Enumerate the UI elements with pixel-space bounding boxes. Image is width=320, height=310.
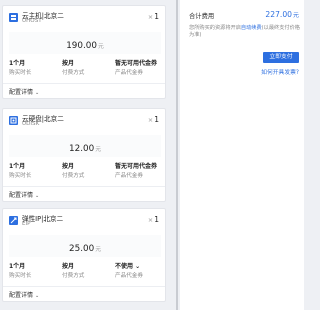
payment-value: 按月	[62, 163, 75, 170]
payment-value: 按月	[62, 263, 75, 270]
duration-label: 购买时长	[9, 70, 32, 76]
invoice-help-link[interactable]: 如何开具发票?	[261, 67, 299, 76]
duration-info: 1个月 购买时长	[9, 161, 31, 179]
config-details-toggle[interactable]: 配置详情 ⌄	[9, 290, 39, 299]
auto-renew-note: 您所购买的资源将开启自动续费(以最终支付价格为准)	[189, 25, 303, 39]
duration-value: 1个月	[9, 60, 26, 67]
multiply-sign: ×	[147, 116, 154, 124]
product-code: UHOST	[22, 18, 42, 24]
coupon-value: 暂无可用代金券	[115, 163, 158, 170]
card-header: 云硬盘|北京二 UDISK ×1	[3, 109, 165, 133]
chevron-down-icon: ⌄	[35, 193, 40, 199]
coupon-info: 暂无可用代金券 产品代金券	[115, 161, 157, 179]
config-details-toggle[interactable]: 配置详情 ⌄	[9, 190, 39, 199]
order-items-panel: 云主机|北京二 UHOST ×1 190.00元 1个月 购买时长 按月 付费方…	[0, 0, 176, 310]
quantity-value: 1	[154, 115, 159, 124]
order-item-card: 云主机|北京二 UHOST ×1 190.00元 1个月 购买时长 按月 付费方…	[2, 5, 166, 99]
coupon-select[interactable]: 不使用 ⌄ 产品代金券	[115, 261, 143, 279]
eip-icon	[9, 216, 18, 225]
coupon-value: 不使用 ⌄	[115, 263, 141, 270]
total-label: 合计费用	[189, 13, 215, 20]
panel-divider	[176, 0, 178, 310]
quantity: ×1	[148, 12, 159, 21]
price-unit: 元	[95, 247, 101, 253]
item-price: 12.00	[69, 144, 95, 154]
config-details-toggle[interactable]: 配置详情 ⌄	[9, 87, 39, 96]
order-item-card: 云硬盘|北京二 UDISK ×1 12.00元 1个月 购买时长 按月 付费方式…	[2, 108, 166, 202]
coupon-label: 产品代金券	[115, 273, 143, 279]
product-code: UDISK	[22, 121, 40, 127]
item-info-row: 1个月 购买时长 按月 付费方式 暂无可用代金券 产品代金券	[9, 58, 161, 76]
card-footer: 配置详情 ⌄	[3, 186, 165, 201]
payment-label: 付费方式	[62, 173, 85, 179]
quantity: ×1	[148, 115, 159, 124]
item-price: 190.00	[66, 41, 97, 51]
price-box: 25.00元	[9, 235, 161, 257]
duration-label: 购买时长	[9, 173, 32, 179]
total-value: 227.00元	[265, 10, 299, 19]
order-item-card: 弹性IP|北京二 EIP ×1 25.00元 1个月 购买时长 按月 付费方式 …	[2, 208, 166, 302]
config-details-label: 配置详情	[9, 192, 34, 199]
payment-value: 按月	[62, 60, 75, 67]
price-box: 190.00元	[9, 32, 161, 54]
product-code: EIP	[22, 221, 31, 227]
item-price: 25.00	[69, 244, 95, 254]
note-prefix: 您所购买的资源将开启	[189, 25, 241, 31]
disk-icon	[9, 116, 18, 125]
duration-value: 1个月	[9, 163, 26, 170]
payment-info: 按月 付费方式	[62, 58, 84, 76]
quantity-value: 1	[154, 215, 159, 224]
coupon-label: 产品代金券	[115, 173, 143, 179]
server-icon	[9, 13, 18, 22]
card-header: 云主机|北京二 UHOST ×1	[3, 6, 165, 30]
pay-now-button[interactable]: 立即支付	[263, 52, 299, 63]
multiply-sign: ×	[147, 13, 154, 21]
card-footer: 配置详情 ⌄	[3, 286, 165, 301]
order-summary-panel: 合计费用 227.00元 您所购买的资源将开启自动续费(以最终支付价格为准) 立…	[180, 0, 304, 310]
price-box: 12.00元	[9, 135, 161, 157]
quantity: ×1	[148, 215, 159, 224]
card-footer: 配置详情 ⌄	[3, 83, 165, 98]
coupon-value: 暂无可用代金券	[115, 60, 158, 67]
coupon-label: 产品代金券	[115, 70, 143, 76]
duration-value: 1个月	[9, 263, 26, 270]
price-unit: 元	[95, 147, 101, 153]
config-details-label: 配置详情	[9, 292, 34, 299]
coupon-info: 暂无可用代金券 产品代金券	[115, 58, 157, 76]
payment-info: 按月 付费方式	[62, 261, 84, 279]
item-info-row: 1个月 购买时长 按月 付费方式 暂无可用代金券 产品代金券	[9, 161, 161, 179]
auto-renew-link[interactable]: 自动续费	[241, 25, 262, 31]
duration-label: 购买时长	[9, 273, 32, 279]
duration-info: 1个月 购买时长	[9, 58, 31, 76]
payment-info: 按月 付费方式	[62, 161, 84, 179]
chevron-down-icon: ⌄	[35, 90, 40, 96]
quantity-value: 1	[154, 12, 159, 21]
price-unit: 元	[97, 44, 104, 50]
card-header: 弹性IP|北京二 EIP ×1	[3, 209, 165, 233]
config-details-label: 配置详情	[9, 89, 34, 96]
payment-label: 付费方式	[62, 273, 85, 279]
total-unit: 元	[292, 12, 299, 19]
payment-label: 付费方式	[62, 70, 85, 76]
chevron-down-icon: ⌄	[35, 293, 40, 299]
total-amount: 227.00	[265, 10, 292, 19]
item-info-row: 1个月 购买时长 按月 付费方式 不使用 ⌄ 产品代金券	[9, 261, 161, 279]
multiply-sign: ×	[147, 216, 154, 224]
duration-info: 1个月 购买时长	[9, 261, 31, 279]
